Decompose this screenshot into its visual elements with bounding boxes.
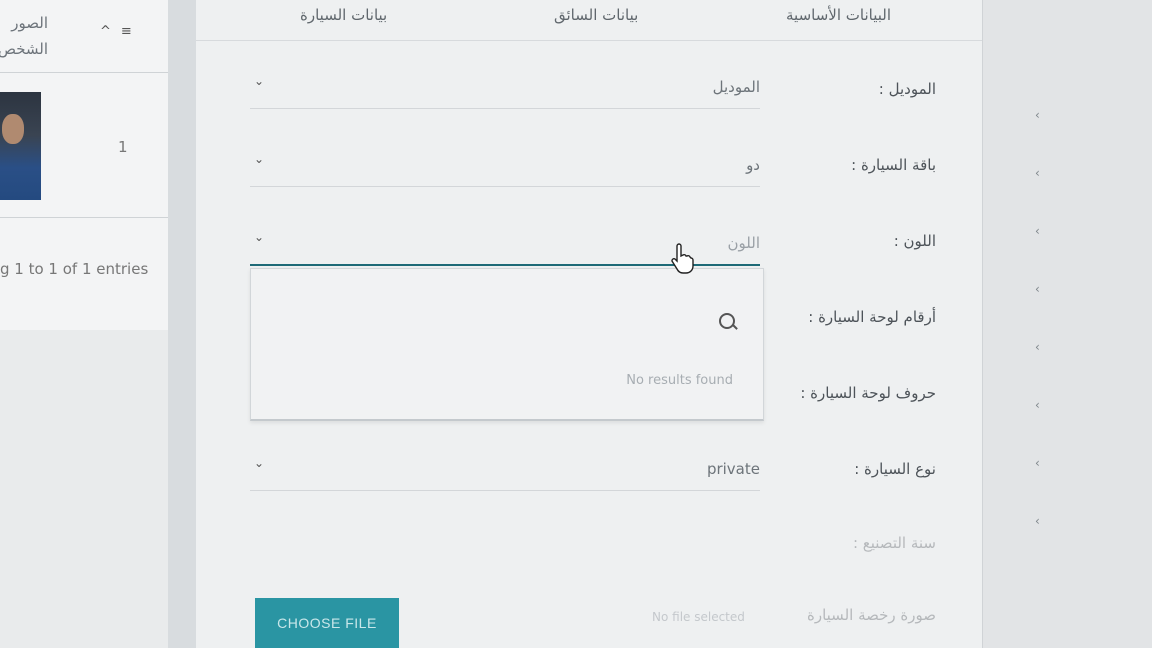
person-photo	[0, 92, 41, 200]
color-placeholder: اللون	[727, 234, 760, 252]
chevron-left-icon[interactable]: ‹	[1035, 456, 1040, 470]
column-header-photo[interactable]: الصور الشخص	[0, 10, 48, 62]
car-form-panel: البيانات الأساسية بيانات السائق بيانات ا…	[196, 0, 982, 648]
plate-numbers-label: أرقام لوحة السيارة :	[808, 308, 936, 326]
manufacture-year-label: سنة التصنيع :	[852, 534, 936, 552]
chevron-left-icon[interactable]: ‹	[1035, 282, 1040, 296]
chevron-left-icon[interactable]: ‹	[1035, 224, 1040, 238]
tab-basic-info[interactable]: البيانات الأساسية	[786, 6, 891, 24]
car-type-select[interactable]: private ⌄	[250, 450, 760, 491]
chevron-down-icon: ⌄	[254, 230, 265, 244]
column-header-line2: الشخص	[0, 40, 48, 58]
tab-driver-info[interactable]: بيانات السائق	[554, 6, 638, 24]
chevron-down-icon: ⌄	[254, 456, 265, 470]
chevron-left-icon[interactable]: ‹	[1035, 340, 1040, 354]
records-table-panel: الصور الشخص ^≡ 1 g 1 to 1 of 1 entries	[0, 0, 169, 330]
chevron-left-icon[interactable]: ‹	[1035, 166, 1040, 180]
chevron-left-icon[interactable]: ‹	[1035, 108, 1040, 122]
tabs-divider	[196, 40, 982, 41]
no-file-selected-text: No file selected	[652, 610, 745, 624]
right-side-panel: ‹ ‹ ‹ ‹ ‹ ‹ ‹ ‹	[982, 0, 1152, 648]
car-type-label: نوع السيارة :	[854, 460, 936, 478]
license-image-label: صورة رخصة السيارة	[806, 606, 936, 624]
no-results-text: No results found	[626, 373, 733, 388]
tab-car-info[interactable]: بيانات السيارة	[300, 6, 387, 24]
model-value: الموديل	[712, 78, 760, 96]
car-type-value: private	[706, 460, 760, 478]
search-icon[interactable]	[719, 313, 735, 329]
chevron-down-icon: ⌄	[254, 152, 265, 166]
choose-file-button[interactable]: CHOOSE FILE	[255, 598, 399, 648]
color-dropdown: No results found	[250, 268, 764, 421]
package-label: باقة السيارة :	[851, 156, 936, 174]
column-header-line1: الصور	[11, 14, 48, 32]
hand-cursor-icon	[671, 243, 694, 274]
entries-info: g 1 to 1 of 1 entries	[0, 260, 149, 278]
sort-menu-icon[interactable]: ≡	[121, 24, 142, 39]
model-label: الموديل :	[878, 80, 936, 98]
color-label: اللون :	[893, 232, 936, 250]
panel-divider	[168, 0, 196, 648]
chevron-left-icon[interactable]: ‹	[1035, 398, 1040, 412]
model-select[interactable]: الموديل ⌄	[250, 68, 760, 109]
package-value: دو	[746, 156, 760, 174]
plate-letters-label: حروف لوحة السيارة :	[800, 384, 936, 402]
chevron-left-icon[interactable]: ‹	[1035, 514, 1040, 528]
row-index: 1	[118, 138, 128, 156]
chevron-down-icon: ⌄	[254, 74, 265, 88]
sort-icons[interactable]: ^≡	[100, 24, 142, 39]
table-row[interactable]: 1	[0, 72, 168, 218]
sort-asc-icon[interactable]: ^	[100, 24, 121, 39]
package-select[interactable]: دو ⌄	[250, 146, 760, 187]
table-header-row: الصور الشخص ^≡	[0, 0, 168, 73]
